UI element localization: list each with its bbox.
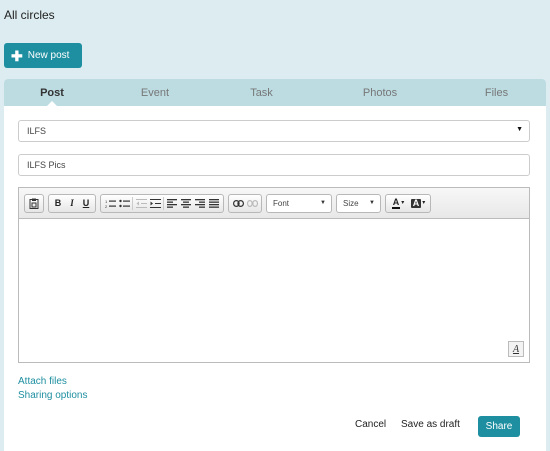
unlink-icon[interactable] [245, 196, 259, 211]
font-select-label: Font [273, 198, 290, 208]
sharing-options-link[interactable]: Sharing options [18, 390, 88, 401]
new-post-label: New post [27, 50, 70, 61]
text-format-icon[interactable]: A [508, 341, 524, 357]
underline-icon[interactable]: U [79, 196, 93, 211]
align-center-icon[interactable] [179, 196, 193, 211]
tab-photos[interactable]: Photos [313, 79, 447, 106]
attach-files-link[interactable]: Attach files [18, 376, 67, 387]
tab-post[interactable]: Post [4, 79, 100, 107]
justify-icon[interactable] [207, 196, 221, 211]
toolbar-separator [163, 196, 164, 210]
circle-select[interactable]: ILFS ▼ [18, 120, 530, 142]
outdent-icon[interactable] [134, 196, 148, 211]
tab-bar: Post Event Task Photos Files [4, 79, 546, 107]
rich-text-editor: B I U 12 Font ▼ Size ▼ A ▾ A ▾ A [18, 187, 530, 363]
chevron-down-icon: ▼ [320, 200, 326, 206]
dropdown-caret-icon: ▼ [516, 126, 523, 133]
clipboard-group [24, 193, 44, 213]
italic-icon[interactable]: I [65, 196, 79, 211]
save-draft-button[interactable]: Save as draft [401, 419, 460, 430]
editor-toolbar: B I U 12 Font ▼ Size ▼ A ▾ A ▾ [19, 188, 529, 219]
tab-files[interactable]: Files [447, 79, 546, 106]
post-composer-panel: Post Event Task Photos Files ILFS ▼ ILFS… [4, 79, 546, 451]
cancel-button[interactable]: Cancel [355, 419, 386, 430]
align-right-icon[interactable] [193, 196, 207, 211]
paste-icon[interactable] [27, 196, 41, 211]
indent-icon[interactable] [148, 196, 162, 211]
font-select[interactable]: Font ▼ [266, 193, 332, 213]
share-button[interactable]: Share [478, 416, 520, 437]
plus-icon: ✚ [11, 47, 23, 64]
size-select-label: Size [343, 198, 359, 208]
chevron-down-icon: ▼ [369, 200, 375, 206]
numbered-list-icon[interactable]: 12 [103, 196, 117, 211]
circle-select-value: ILFS [27, 126, 47, 136]
bold-icon[interactable]: B [51, 196, 65, 211]
text-color-icon[interactable]: A ▾ [388, 196, 408, 211]
tab-task[interactable]: Task [210, 79, 313, 106]
page-title: All circles [4, 8, 55, 22]
size-select[interactable]: Size ▼ [336, 193, 381, 213]
align-left-icon[interactable] [165, 196, 179, 211]
title-input[interactable]: ILFS Pics [18, 154, 530, 176]
background-color-icon[interactable]: A ▾ [408, 196, 428, 211]
action-bar: Cancel Save as draft Share [4, 416, 546, 437]
toolbar-separator [132, 196, 133, 210]
colors-group: A ▾ A ▾ [385, 193, 431, 213]
editor-content-area[interactable]: A [19, 219, 529, 362]
tab-event[interactable]: Event [100, 79, 210, 106]
new-post-button[interactable]: ✚ New post [4, 43, 82, 68]
basic-styles-group: B I U [48, 193, 96, 213]
svg-text:2: 2 [105, 204, 108, 208]
links-group [228, 193, 262, 213]
bulleted-list-icon[interactable] [117, 196, 131, 211]
link-icon[interactable] [231, 196, 245, 211]
paragraph-group: 12 [100, 193, 224, 213]
